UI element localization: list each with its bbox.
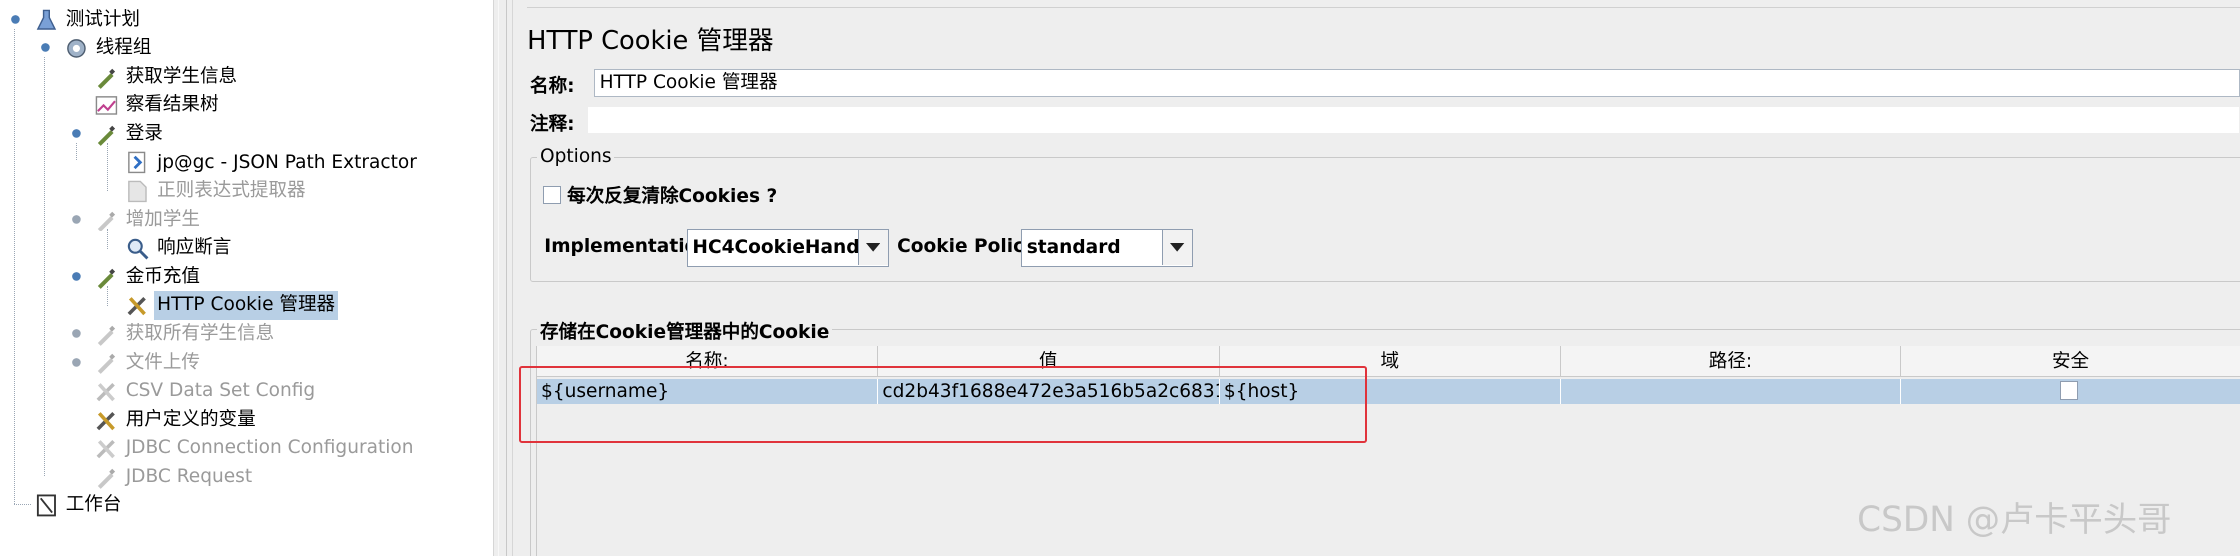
cell-value[interactable]: cd2b43f1688e472e3a516b5a2c6831e8 <box>878 378 1220 405</box>
split-pane-divider[interactable] <box>492 0 513 556</box>
collapse-toggle-icon[interactable] <box>9 13 22 26</box>
tree-node-http-cookie-manager[interactable]: HTTP Cookie 管理器 <box>126 291 338 320</box>
tools-icon <box>94 436 118 460</box>
tools-icon <box>126 294 150 318</box>
divider-knob <box>498 0 507 556</box>
tree-node-label: HTTP Cookie 管理器 <box>154 291 338 320</box>
tree-node-label: 金币充值 <box>125 265 200 287</box>
tree-node-response-assertion[interactable]: 响应断言 <box>126 234 235 263</box>
cookie-policy-select[interactable]: standard <box>1021 228 1193 268</box>
tree-node-label: 察看结果树 <box>125 94 219 116</box>
secure-checkbox[interactable] <box>2059 381 2079 400</box>
column-header-secure[interactable]: 安全 <box>1901 345 2240 378</box>
tree-node-label: 工作台 <box>65 494 122 516</box>
tree-node-file-upload[interactable]: 文件上传 <box>94 349 203 378</box>
tools-icon <box>94 379 118 403</box>
tree-connector <box>14 504 32 505</box>
tree-node-workbench[interactable]: 工作台 <box>34 491 124 520</box>
tree-node-coin-recharge[interactable]: 金币充值 <box>94 263 203 292</box>
options-group-title: Options <box>537 145 615 167</box>
comment-field[interactable] <box>587 105 2240 135</box>
tree-node-user-defined-variables[interactable]: 用户定义的变量 <box>94 406 258 435</box>
tree-node-label: 线程组 <box>95 37 152 59</box>
tree-node-label: jp@gc - JSON Path Extractor <box>157 151 417 173</box>
tree-connector <box>14 28 15 505</box>
collapse-toggle-icon[interactable] <box>70 127 83 140</box>
tree-node-label: 响应断言 <box>157 237 232 259</box>
tree-node-label: 测试计划 <box>65 8 140 30</box>
tree-node-label: 用户定义的变量 <box>125 408 256 430</box>
clear-each-iteration-checkbox[interactable] <box>542 185 562 205</box>
cookie-policy-selected-value: standard <box>1026 236 1121 258</box>
extractor-arrow-icon <box>126 151 150 175</box>
pipette-icon <box>94 208 118 232</box>
cell-domain[interactable]: ${host} <box>1219 378 1561 405</box>
tree-node-test-plan[interactable]: 测试计划 <box>34 6 143 35</box>
tree-node-label: JDBC Connection Configuration <box>125 437 414 459</box>
collapse-toggle-icon[interactable] <box>70 270 83 283</box>
cell-secure[interactable] <box>1901 378 2240 405</box>
pipette-icon <box>94 351 118 375</box>
watermark: CSDN @卢卡平头哥 <box>1857 500 2172 541</box>
tools-icon <box>94 408 118 432</box>
tree-node-view-results-tree[interactable]: 察看结果树 <box>94 91 221 120</box>
tree-node-label: 文件上传 <box>125 351 200 373</box>
comment-label: 注释: <box>530 113 575 135</box>
tree-node-thread-group[interactable]: 线程组 <box>64 34 154 63</box>
tree-node-label: 登录 <box>125 123 163 144</box>
column-header-domain[interactable]: 域 <box>1219 345 1561 378</box>
collapse-toggle-icon[interactable] <box>70 213 83 226</box>
tree-connector <box>75 142 77 160</box>
pipette-icon <box>94 122 118 146</box>
tree-node-get-student-info[interactable]: 获取学生信息 <box>94 63 240 92</box>
pipette-icon <box>94 322 118 346</box>
cookie-manager-panel: HTTP Cookie 管理器 名称: HTTP Cookie 管理器 注释: … <box>512 0 2240 556</box>
tree-node-label: 增加学生 <box>125 208 200 230</box>
pipette-icon <box>94 465 118 489</box>
tree-node-json-path-extractor[interactable]: jp@gc - JSON Path Extractor <box>126 149 420 178</box>
tree-node-label: CSV Data Set Config <box>125 380 316 402</box>
tree-node-get-all-students[interactable]: 获取所有学生信息 <box>94 320 277 349</box>
tree-node-label: JDBC Request <box>125 465 253 487</box>
page-title: HTTP Cookie 管理器 <box>527 26 774 56</box>
chevron-down-icon[interactable] <box>1162 229 1192 266</box>
tree-node-jdbc-connection[interactable]: JDBC Connection Configuration <box>94 434 416 463</box>
tree-node-label: 获取学生信息 <box>125 65 238 87</box>
tree-node-label: 获取所有学生信息 <box>125 323 275 344</box>
magnifier-icon <box>126 236 150 260</box>
column-header-name[interactable]: 名称: <box>536 345 879 378</box>
panel-top-divider <box>527 7 2240 8</box>
chevron-down-icon[interactable] <box>858 229 888 266</box>
tree-connector <box>107 142 108 192</box>
document-icon <box>126 179 150 203</box>
tree-node-jdbc-request[interactable]: JDBC Request <box>94 463 255 492</box>
tree-connector <box>44 57 45 476</box>
tree-node-label: 正则表达式提取器 <box>157 180 306 202</box>
implementation-select[interactable]: HC4CookieHandler <box>687 228 889 268</box>
clear-each-iteration-label: 每次反复清除Cookies ? <box>567 186 778 208</box>
column-header-path[interactable]: 路径: <box>1561 345 1901 378</box>
pipette-icon <box>94 65 118 89</box>
tree-node-login[interactable]: 登录 <box>94 120 165 149</box>
collapse-toggle-icon[interactable] <box>39 41 52 54</box>
expand-toggle-icon[interactable] <box>70 356 83 369</box>
expand-toggle-icon[interactable] <box>70 327 83 340</box>
tree-node-csv-data-set[interactable]: CSV Data Set Config <box>94 377 318 406</box>
name-field[interactable]: HTTP Cookie 管理器 <box>594 68 2240 98</box>
cell-path[interactable] <box>1561 378 1901 405</box>
test-plan-tree[interactable]: 测试计划 线程组 获取学生信息 察看结果树 登录 jp@gc - JSON Pa… <box>0 0 493 556</box>
chart-icon <box>94 94 118 118</box>
flask-icon <box>34 8 58 32</box>
cell-name[interactable]: ${username} <box>536 378 879 405</box>
gear-icon <box>64 36 88 60</box>
name-label: 名称: <box>530 76 575 98</box>
workbench-icon <box>34 494 58 518</box>
column-header-value[interactable]: 值 <box>878 345 1220 378</box>
tree-node-regex-extractor[interactable]: 正则表达式提取器 <box>126 177 309 206</box>
stored-cookies-group-title: 存储在Cookie管理器中的Cookie <box>537 317 833 345</box>
pipette-icon <box>94 265 118 289</box>
tree-node-add-student[interactable]: 增加学生 <box>94 206 203 235</box>
